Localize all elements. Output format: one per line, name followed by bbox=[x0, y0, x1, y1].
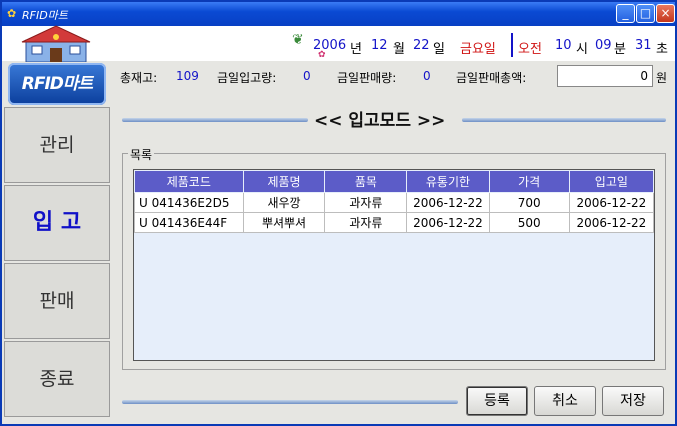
cell-code: U 041436E44F bbox=[134, 212, 244, 233]
app-icon: ✿ bbox=[7, 7, 17, 20]
column-header-code[interactable]: 제품코드 bbox=[134, 170, 244, 193]
cell-name: 뿌셔뿌셔 bbox=[242, 212, 326, 233]
time-hour-unit: 시 bbox=[576, 42, 588, 57]
today-total-field: 0 bbox=[557, 65, 653, 87]
cell-category: 과자류 bbox=[324, 212, 408, 233]
minimize-button[interactable]: _ bbox=[616, 4, 635, 23]
total-stock-value: 109 bbox=[176, 69, 199, 83]
column-header-expiry[interactable]: 유통기한 bbox=[406, 170, 490, 193]
column-header-category[interactable]: 품목 bbox=[324, 170, 408, 193]
sidebar-item-sales[interactable]: 판매 bbox=[4, 263, 110, 339]
save-button[interactable]: 저장 bbox=[602, 386, 664, 416]
list-legend: 목록 bbox=[128, 146, 155, 163]
mart-house-logo-icon bbox=[21, 25, 91, 62]
today-total-label: 금일판매총액: bbox=[456, 71, 527, 85]
column-header-date-in[interactable]: 입고일 bbox=[568, 170, 655, 193]
mode-divider-right bbox=[462, 118, 666, 122]
total-stock-label: 총재고: bbox=[120, 71, 158, 85]
date-day-unit: 일 bbox=[433, 42, 445, 57]
date-month-unit: 월 bbox=[393, 42, 405, 57]
header-bar: ❦ ✿ 2006 년 12 월 22 일 금요일 오전 10 시 09 분 31… bbox=[2, 25, 675, 62]
register-button[interactable]: 등록 bbox=[466, 386, 528, 416]
sidebar-item-stock-in[interactable]: 입 고 bbox=[4, 185, 110, 261]
maximize-button[interactable]: □ bbox=[636, 4, 655, 23]
cell-category: 과자류 bbox=[324, 192, 408, 213]
time-second: 31 bbox=[635, 38, 652, 53]
today-in-label: 금일입고량: bbox=[217, 71, 277, 85]
header-separator bbox=[511, 33, 513, 57]
date-year: 2006 bbox=[313, 38, 347, 53]
time-hour: 10 bbox=[555, 38, 572, 53]
sidebar-item-exit[interactable]: 종료 bbox=[4, 341, 110, 417]
mode-title: << 입고모드 >> bbox=[314, 111, 446, 131]
table-row[interactable]: U 041436E2D5 새우깡 과자류 2006-12-22 700 2006… bbox=[134, 192, 655, 213]
time-minute-unit: 분 bbox=[614, 42, 626, 57]
today-sales-label: 금일판매량: bbox=[337, 71, 397, 85]
column-header-price[interactable]: 가격 bbox=[488, 170, 570, 193]
time-minute: 09 bbox=[595, 38, 612, 53]
cell-expiry: 2006-12-22 bbox=[406, 192, 490, 213]
cell-date-in: 2006-12-22 bbox=[568, 212, 655, 233]
date-day: 22 bbox=[413, 38, 430, 53]
cell-name: 새우깡 bbox=[242, 192, 326, 213]
app-window: ✿ RFID마트 _ □ × ❦ ✿ 2006 년 12 월 22 일 금요일 … bbox=[0, 0, 677, 426]
date-weekday: 금요일 bbox=[460, 42, 496, 57]
mode-divider-left bbox=[122, 118, 308, 122]
cell-expiry: 2006-12-22 bbox=[406, 212, 490, 233]
cancel-button[interactable]: 취소 bbox=[534, 386, 596, 416]
time-ampm: 오전 bbox=[518, 42, 542, 57]
window-title: RFID마트 bbox=[22, 9, 68, 22]
date-month: 12 bbox=[371, 38, 388, 53]
rfid-mart-logo: RFID마트 bbox=[8, 63, 106, 105]
title-bar[interactable]: ✿ RFID마트 _ □ × bbox=[2, 2, 675, 26]
cell-code: U 041436E2D5 bbox=[134, 192, 244, 213]
today-sales-value: 0 bbox=[423, 69, 431, 83]
close-button[interactable]: × bbox=[656, 4, 675, 23]
today-in-value: 0 bbox=[303, 69, 311, 83]
table-row[interactable]: U 041436E44F 뿌셔뿌셔 과자류 2006-12-22 500 200… bbox=[134, 212, 655, 233]
date-year-unit: 년 bbox=[350, 42, 362, 57]
cell-date-in: 2006-12-22 bbox=[568, 192, 655, 213]
flower-decoration-icon: ❦ bbox=[292, 32, 304, 48]
product-table[interactable]: 제품코드 제품명 품목 유통기한 가격 입고일 U 041436E2D5 새우깡… bbox=[133, 169, 655, 361]
cell-price: 500 bbox=[488, 212, 570, 233]
sidebar-item-manage[interactable]: 관리 bbox=[4, 107, 110, 183]
bottom-divider bbox=[122, 400, 458, 404]
time-second-unit: 초 bbox=[656, 42, 668, 57]
currency-unit: 원 bbox=[656, 71, 668, 85]
cell-price: 700 bbox=[488, 192, 570, 213]
sidebar: RFID마트 관리 입 고 판매 종료 bbox=[2, 61, 112, 424]
column-header-name[interactable]: 제품명 bbox=[242, 170, 326, 193]
